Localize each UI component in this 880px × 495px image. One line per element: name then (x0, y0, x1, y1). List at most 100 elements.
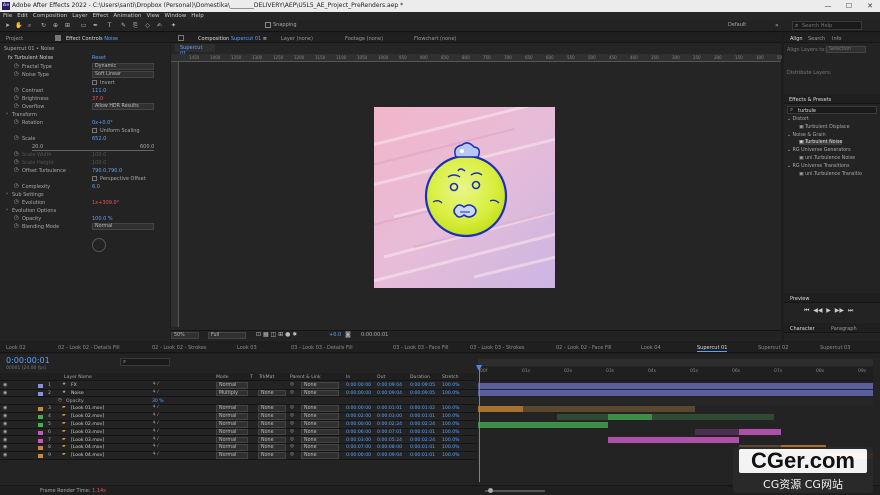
effect-prop-row[interactable]: ◷ Rotation 0x+0.0° (0, 119, 170, 127)
out-time[interactable]: 0:00:03:00 (377, 414, 402, 419)
timeline-comp-tab[interactable]: 02 - Look 02 - Details Fill (58, 345, 120, 351)
parent-dropdown[interactable]: None (301, 382, 339, 389)
effect-prop-row[interactable]: ◷ Fractal Type Dynamic (0, 63, 170, 71)
layer-name[interactable]: [Look 03.mov] (71, 438, 104, 443)
effect-prop-row[interactable]: Invert (0, 79, 170, 87)
parent-pickwhip-icon[interactable]: ◎ (290, 413, 294, 418)
trkmat-dropdown[interactable]: None (258, 413, 286, 420)
duration-value[interactable]: 0:00:01:02 (410, 406, 435, 411)
pen-tool-icon[interactable]: ✒ (92, 22, 99, 29)
tab-project[interactable]: Project (6, 36, 23, 42)
color-channel-icon[interactable]: ● (285, 331, 290, 338)
effect-prop-row[interactable]: ◷ Blending Mode Normal (0, 223, 170, 231)
effect-prop-row[interactable]: Uniform Scaling (0, 127, 170, 135)
puppet-tool-icon[interactable]: ✦ (170, 22, 177, 29)
clone-tool-icon[interactable]: ⎘ (132, 22, 139, 29)
stopwatch-icon[interactable]: ◷ (14, 119, 19, 125)
effect-prop-row[interactable]: › Sub Settings (0, 191, 170, 199)
stopwatch-icon[interactable]: ◷ (14, 151, 19, 157)
in-time[interactable]: 0:00:07:00 (346, 445, 371, 450)
visibility-eye-icon[interactable]: ◉ (3, 421, 7, 427)
table-row[interactable]: ◉ 8 ▰ [Look 04.mov] ⚘ ⁄ Normal None ◎ None 0:00:0… (0, 444, 477, 452)
composition-menu-icon[interactable]: ≡ (263, 36, 267, 42)
region-of-interest-icon[interactable]: ⊡ (256, 331, 261, 338)
hand-tool-icon[interactable]: ✋ (15, 22, 22, 29)
snapping-checkbox[interactable] (265, 22, 271, 28)
effect-prop-value[interactable]: 111.0 (92, 88, 106, 94)
parent-pickwhip-icon[interactable]: ◎ (290, 390, 294, 395)
tab-preview[interactable]: Preview (790, 296, 809, 302)
stretch-value[interactable]: 100.0% (442, 445, 460, 450)
menu-item-effect[interactable]: Effect (93, 13, 109, 19)
layer-switches[interactable]: ⚘ ⁄ (152, 437, 158, 442)
effect-prop-row[interactable]: › Evolution Options (0, 207, 170, 215)
effects-tree-item[interactable]: ▣ uni.Turbulence Noise (799, 156, 855, 161)
stretch-value[interactable]: 100.0% (442, 453, 460, 458)
eraser-tool-icon[interactable]: ◇ (144, 22, 151, 29)
expand-arrow-icon[interactable]: › (6, 191, 8, 197)
effect-prop-dropdown[interactable]: Allow HDR Results (92, 103, 154, 110)
menu-item-window[interactable]: Window (165, 13, 187, 19)
effect-prop-row[interactable]: ◷ Scale Width 100.0 (0, 151, 170, 159)
stopwatch-icon[interactable]: ◷ (14, 183, 19, 189)
layer-switches[interactable]: ⚘ ⁄ (152, 413, 158, 418)
effect-prop-value[interactable]: 652.0 (92, 136, 106, 142)
type-tool-icon[interactable]: T (106, 22, 113, 29)
trkmat-dropdown[interactable]: None (258, 421, 286, 428)
stretch-value[interactable]: 100.0% (442, 438, 460, 443)
trkmat-dropdown[interactable]: None (258, 436, 286, 444)
trkmat-dropdown[interactable]: None (258, 428, 286, 436)
label-color[interactable] (38, 454, 43, 459)
label-color[interactable] (38, 391, 43, 396)
effect-prop-row[interactable]: ◷ Brightness 37.0 (0, 95, 170, 103)
col-stretch[interactable]: Stretch (442, 375, 459, 380)
stopwatch-icon[interactable]: ◷ (14, 95, 19, 101)
timeline-timecode[interactable]: 0:00:00:01 (6, 356, 50, 365)
in-time[interactable]: 0:00:00:00 (346, 406, 371, 411)
effect-prop-row[interactable]: ◷ Complexity 6.0 (0, 183, 170, 191)
zoom-tool-icon[interactable]: ⌕ (26, 22, 33, 29)
pan-behind-tool-icon[interactable]: ⊞ (64, 22, 71, 29)
layer-name[interactable]: Noise (71, 391, 84, 396)
timeline-comp-tab[interactable]: Supercut 02 (758, 345, 788, 351)
label-color[interactable] (38, 384, 43, 388)
menu-item-help[interactable]: Help (191, 13, 204, 19)
layer-bar[interactable] (607, 413, 652, 420)
effect-prop-dropdown[interactable]: Soft Linear (92, 71, 154, 78)
exposure-value[interactable]: +0.0 (329, 332, 341, 338)
table-row[interactable]: ◉ 2 ★ Noise ⚘ ⁄ Multiply None ◎ None 0:00:00:00 0:… (0, 389, 477, 398)
parent-dropdown[interactable]: None (301, 428, 339, 436)
effects-search-field[interactable]: ⌕ turbule (787, 106, 877, 114)
layer-bar[interactable] (478, 405, 524, 412)
evolution-dial[interactable] (92, 238, 106, 252)
label-color[interactable] (38, 446, 43, 451)
timeline-comp-tab[interactable]: 02 - Look 02 - Strokes (152, 345, 207, 351)
timeline-comp-tab[interactable]: Supercut 03 (820, 345, 850, 351)
label-color[interactable] (38, 438, 43, 443)
tab-search[interactable]: Search (808, 36, 825, 42)
comp-viewer-canvas[interactable] (374, 107, 555, 288)
expand-arrow-icon[interactable]: › (6, 207, 8, 213)
out-time[interactable]: 0:00:08:00 (377, 445, 402, 450)
effect-prop-value[interactable]: 100.0 % (92, 216, 113, 222)
layer-bar[interactable] (478, 421, 608, 428)
effects-tree-category[interactable]: ⌄ Noise & Grain (787, 133, 826, 138)
layer-switches[interactable]: ⚘ ⁄ (152, 421, 158, 426)
stretch-value[interactable]: 100.0% (442, 406, 460, 411)
layer-switches[interactable]: ⚘ ⁄ (152, 382, 158, 387)
in-time[interactable]: 0:00:00:00 (346, 391, 371, 396)
out-time[interactable]: 0:00:01:01 (377, 406, 402, 411)
mode-dropdown[interactable]: Normal (216, 428, 248, 436)
table-row[interactable]: ◉ 7 ▰ [Look 03.mov] ⚘ ⁄ Normal None ◎ None 0:00:0… (0, 436, 477, 445)
layer-bar[interactable] (478, 390, 873, 397)
effect-prop-row[interactable]: 20.0 600.0 (0, 143, 170, 151)
table-row[interactable]: ◉ 3 ▰ [Look 01.mov] ⚘ ⁄ Normal None ◎ None 0:00:0… (0, 405, 477, 413)
time-ruler[interactable]: 00f 01s 02s 03s 04s 05s 06s 07s 08s 09s (478, 367, 873, 381)
exposure-icon[interactable]: ✸ (292, 331, 297, 338)
effect-prop-value[interactable]: 6.0 (92, 184, 100, 190)
effect-prop-value[interactable]: 37.0 (92, 96, 103, 102)
effect-prop-row[interactable]: ◷ Offset Turbulence 790.0,790.0 (0, 167, 170, 175)
visibility-eye-icon[interactable]: ◉ (3, 452, 7, 458)
parent-dropdown[interactable]: None (301, 421, 339, 428)
effect-reset-link[interactable]: Reset (92, 55, 106, 61)
